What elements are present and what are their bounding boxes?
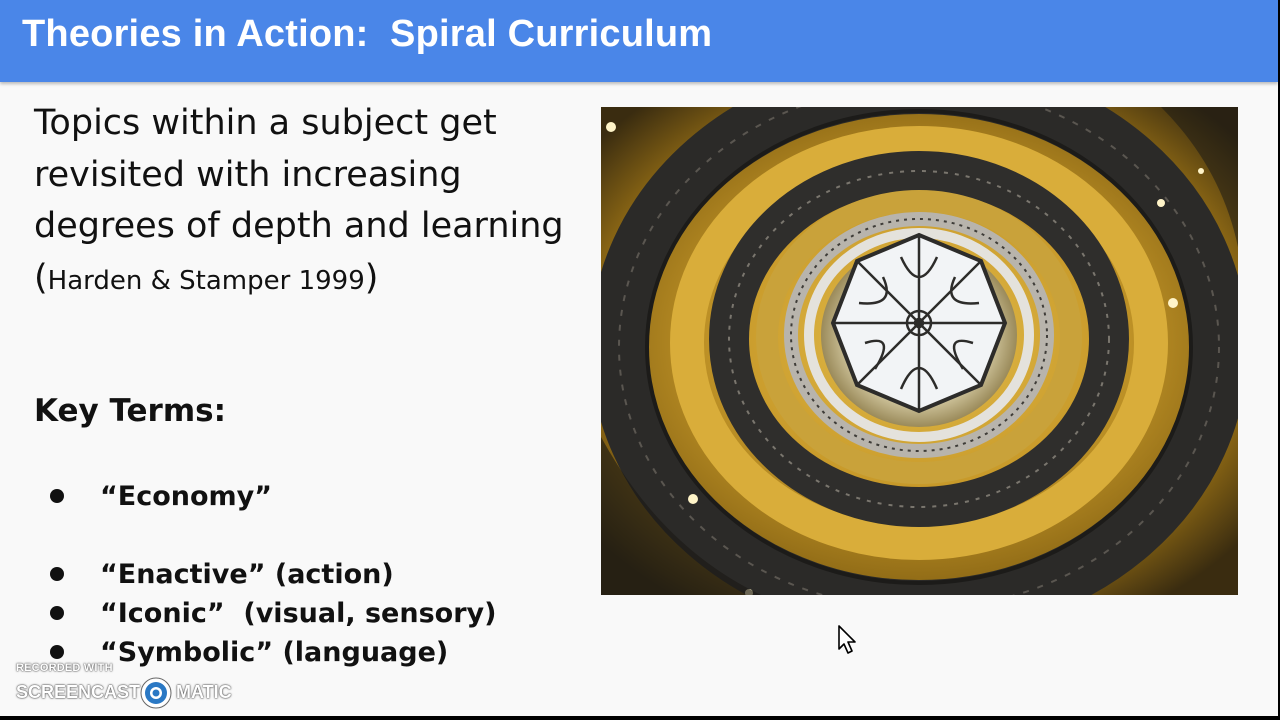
key-term-label: “Iconic” (visual, sensory) xyxy=(100,597,497,629)
key-term-item: “Enactive” (action) xyxy=(48,555,394,593)
body-closing: ) xyxy=(364,257,379,298)
watermark-brand-right: MATIC xyxy=(176,682,232,702)
bullet-icon xyxy=(50,567,64,581)
mouse-pointer-icon xyxy=(838,625,856,654)
bullet-icon xyxy=(50,606,64,620)
key-term-item: “Iconic” (visual, sensory) xyxy=(48,594,496,632)
slide-title: Theories in Action: Spiral Curriculum xyxy=(22,13,713,55)
key-term-label: “Economy” xyxy=(100,480,272,512)
key-term-item: “Economy” xyxy=(48,477,272,515)
bullet-icon xyxy=(50,645,64,659)
title-bar: Theories in Action: Spiral Curriculum xyxy=(0,0,1278,82)
body-citation: Harden & Stamper 1999 xyxy=(47,265,365,296)
spiral-staircase-illustration xyxy=(601,107,1238,595)
bullet-icon xyxy=(50,489,64,503)
watermark-recorded-with: RECORDED WITH xyxy=(16,662,113,674)
body-text: Topics within a subject get revisited wi… xyxy=(34,98,574,307)
key-term-label: “Enactive” (action) xyxy=(100,558,394,590)
screencast-logo-icon xyxy=(140,677,172,709)
key-terms-heading: Key Terms: xyxy=(34,393,226,429)
screencast-watermark: RECORDED WITH SCREENCAST MATIC xyxy=(16,660,246,710)
spiral-staircase-image xyxy=(601,107,1238,595)
watermark-brand-left: SCREENCAST xyxy=(16,682,141,702)
slide: Theories in Action: Spiral Curriculum To… xyxy=(0,0,1278,716)
